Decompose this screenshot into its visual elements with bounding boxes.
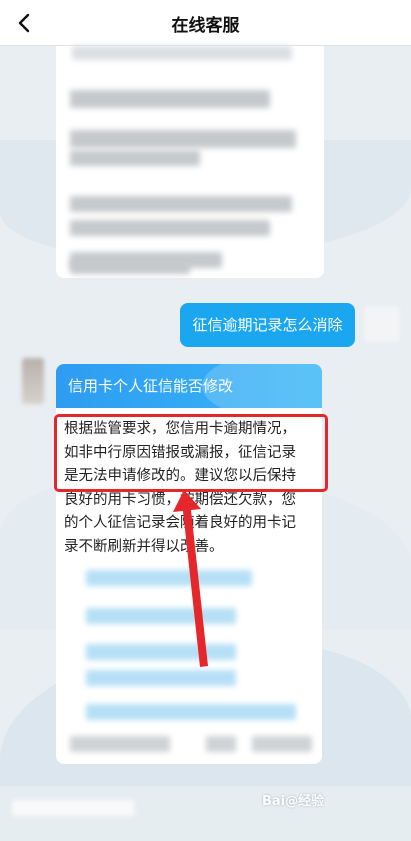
avatar <box>22 358 44 404</box>
page-title: 在线客服 <box>171 16 240 36</box>
answer-line: 的个人征信记录会随着良好的用卡记 <box>64 515 296 531</box>
feedback-row-blurred <box>206 736 236 752</box>
header-decoration <box>202 364 322 418</box>
related-question-link-blurred[interactable] <box>86 644 236 660</box>
agent-message-blurred <box>70 252 222 268</box>
input-bar <box>0 786 411 841</box>
related-question-link-blurred[interactable] <box>86 670 236 686</box>
related-question-link-blurred[interactable] <box>86 704 296 720</box>
agent-message-blurred <box>56 46 324 278</box>
user-message-bubble[interactable]: 征信逾期记录怎么消除 <box>180 303 355 347</box>
related-question-link-blurred[interactable] <box>86 570 252 586</box>
avatar <box>364 306 400 342</box>
feedback-row-blurred <box>70 736 170 752</box>
answer-card-header: 信用卡个人征信能否修改 <box>56 364 322 418</box>
related-question-link-blurred[interactable] <box>86 608 236 624</box>
watermark: Bai@经验 <box>262 794 325 809</box>
answer-line: 录不断刷新并得以改善。 <box>64 538 224 555</box>
answer-line: 良好的用卡习惯，按期偿还欠款，您 <box>64 491 296 508</box>
title-bar: 在线客服 <box>0 0 411 46</box>
annotation-box <box>54 414 328 492</box>
feedback-row-blurred <box>252 736 312 752</box>
message-input-blurred[interactable] <box>12 800 134 816</box>
